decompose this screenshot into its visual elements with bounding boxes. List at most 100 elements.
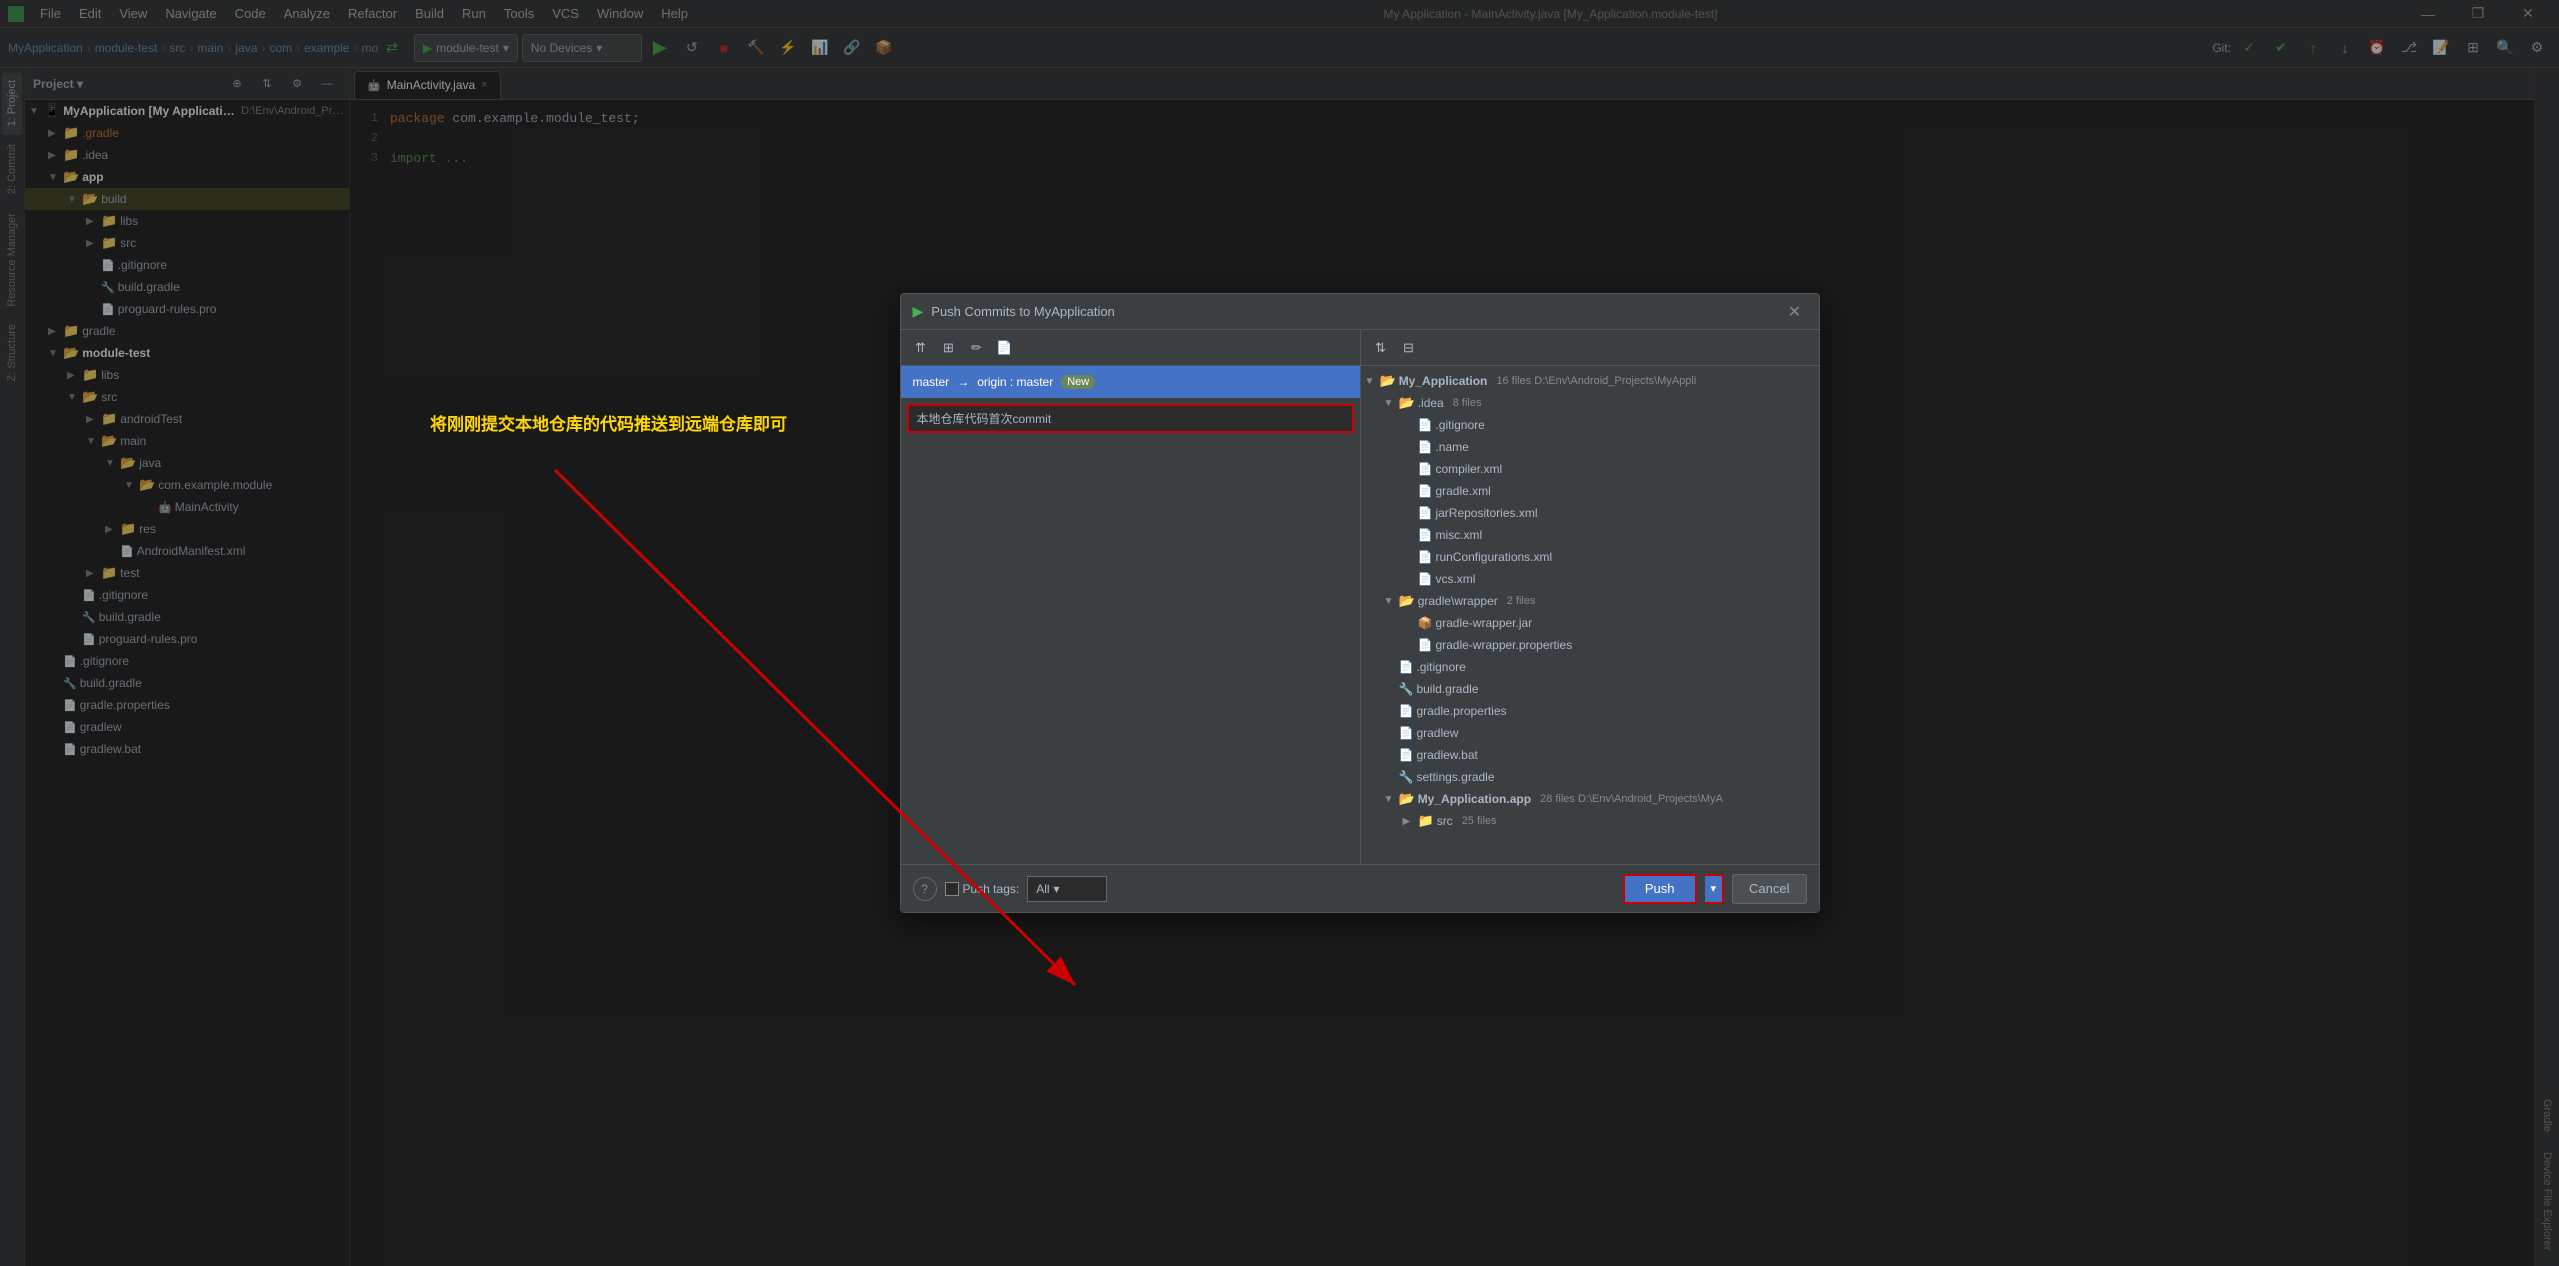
rtree-root-gitignore-icon: 📄 xyxy=(1399,660,1414,674)
rtree-myapp-app-label: My_Application.app xyxy=(1418,792,1531,806)
dialog-overlay: ▶ Push Commits to MyApplication ✕ ⇈ ⊞ ✏ … xyxy=(0,0,2559,1266)
rtree-root-gradleprop-label: gradle.properties xyxy=(1416,704,1506,718)
rtree-compiler-icon: 📄 xyxy=(1418,462,1433,476)
rtree-root-settings-label: settings.gradle xyxy=(1416,770,1494,784)
rtree-idea[interactable]: ▼ 📂 .idea 8 files xyxy=(1361,392,1819,414)
rtree-gitignore-idea-label: .gitignore xyxy=(1435,418,1484,432)
rtree-root-meta: 16 files D:\Env\Android_Projects\MyAppli xyxy=(1496,375,1696,387)
branch-to-label: origin : master xyxy=(977,375,1053,389)
push-tags-checkbox-wrapper: Push tags: xyxy=(945,882,1020,896)
branch-arrow: → xyxy=(957,375,969,389)
dialog-left-panel: ⇈ ⊞ ✏ 📄 master → origin : master New 本地仓… xyxy=(901,330,1361,864)
rtree-root-label: My_Application xyxy=(1399,374,1488,388)
rtree-gradlewrapper-label: gradle\wrapper xyxy=(1418,594,1498,608)
rtree-jarrepo-icon: 📄 xyxy=(1418,506,1433,520)
rtree-gradle-props-label: gradle-wrapper.properties xyxy=(1435,638,1572,652)
rtree-gradle-jar-icon: 📦 xyxy=(1418,616,1433,630)
rtree-idea-label: .idea xyxy=(1418,396,1444,410)
dialog-android-icon: ▶ xyxy=(913,303,924,320)
rtree-gitignore-idea[interactable]: ▶ 📄 .gitignore xyxy=(1361,414,1819,436)
rtree-root-settings-icon: 🔧 xyxy=(1399,770,1414,784)
rtree-root-buildgradle-label: build.gradle xyxy=(1416,682,1478,696)
rtree-compiler[interactable]: ▶ 📄 compiler.xml xyxy=(1361,458,1819,480)
help-button[interactable]: ? xyxy=(913,877,937,901)
rtree-root[interactable]: ▼ 📂 My_Application 16 files D:\Env\Andro… xyxy=(1361,370,1819,392)
dialog-footer: ? Push tags: All ▾ Push ▾ Cancel xyxy=(901,864,1819,912)
rtree-gradle-xml[interactable]: ▶ 📄 gradle.xml xyxy=(1361,480,1819,502)
branch-row[interactable]: master → origin : master New xyxy=(901,366,1360,398)
rtree-root-gradleprop[interactable]: ▶ 📄 gradle.properties xyxy=(1361,700,1819,722)
commit-item[interactable]: 本地仓库代码首次commit xyxy=(907,404,1354,433)
rtree-gradlewrapper[interactable]: ▼ 📂 gradle\wrapper 2 files xyxy=(1361,590,1819,612)
dlg-right-sort-icon[interactable]: ⇅ xyxy=(1369,336,1393,360)
rtree-vcs[interactable]: ▶ 📄 vcs.xml xyxy=(1361,568,1819,590)
rtree-runconfig-label: runConfigurations.xml xyxy=(1435,550,1552,564)
rtree-jarrepo[interactable]: ▶ 📄 jarRepositories.xml xyxy=(1361,502,1819,524)
rtree-gradle-props[interactable]: ▶ 📄 gradle-wrapper.properties xyxy=(1361,634,1819,656)
dialog-right-panel: ⇅ ⊟ ▼ 📂 My_Application 16 files D:\Env\A… xyxy=(1361,330,1819,864)
rtree-root-buildgradle[interactable]: ▶ 🔧 build.gradle xyxy=(1361,678,1819,700)
rtree-runconfig[interactable]: ▶ 📄 runConfigurations.xml xyxy=(1361,546,1819,568)
rtree-gradle-jar-label: gradle-wrapper.jar xyxy=(1435,616,1532,630)
rtree-root-gradlewbat[interactable]: ▶ 📄 gradlew.bat xyxy=(1361,744,1819,766)
rtree-idea-icon: 📂 xyxy=(1399,395,1415,411)
rtree-root-gradlewbat-label: gradlew.bat xyxy=(1416,748,1477,762)
dlg-push-icon[interactable]: ⇈ xyxy=(909,336,933,360)
rtree-compiler-label: compiler.xml xyxy=(1435,462,1502,476)
rtree-gradle-xml-label: gradle.xml xyxy=(1435,484,1490,498)
rtree-app-src[interactable]: ▶ 📁 src 25 files xyxy=(1361,810,1819,832)
right-tree: ▼ 📂 My_Application 16 files D:\Env\Andro… xyxy=(1361,366,1819,864)
tag-select[interactable]: All ▾ xyxy=(1027,876,1107,902)
rtree-misc-icon: 📄 xyxy=(1418,528,1433,542)
rtree-myapp-app-meta: 28 files D:\Env\Android_Projects\MyA xyxy=(1540,793,1723,805)
rtree-root-gradlew[interactable]: ▶ 📄 gradlew xyxy=(1361,722,1819,744)
rtree-app-src-meta: 25 files xyxy=(1462,815,1497,827)
rtree-app-src-icon: 📁 xyxy=(1418,813,1434,829)
rtree-root-settings[interactable]: ▶ 🔧 settings.gradle xyxy=(1361,766,1819,788)
rtree-gradle-props-icon: 📄 xyxy=(1418,638,1433,652)
rtree-vcs-label: vcs.xml xyxy=(1435,572,1475,586)
push-tags-label: Push tags: xyxy=(963,882,1020,896)
rtree-gradlewrapper-meta: 2 files xyxy=(1507,595,1536,607)
dialog-left-toolbar: ⇈ ⊞ ✏ 📄 xyxy=(901,330,1360,366)
dlg-edit-icon[interactable]: ✏ xyxy=(965,336,989,360)
branch-new-badge: New xyxy=(1061,375,1095,389)
commit-list: 本地仓库代码首次commit xyxy=(901,398,1360,864)
tag-selected-label: All xyxy=(1036,882,1049,896)
push-dialog: ▶ Push Commits to MyApplication ✕ ⇈ ⊞ ✏ … xyxy=(900,293,1820,913)
push-button[interactable]: Push xyxy=(1623,874,1697,904)
branch-from-label: master xyxy=(913,375,950,389)
rtree-gradle-xml-icon: 📄 xyxy=(1418,484,1433,498)
rtree-idea-meta: 8 files xyxy=(1453,397,1482,409)
rtree-name[interactable]: ▶ 📄 .name xyxy=(1361,436,1819,458)
rtree-root-gradlew-icon: 📄 xyxy=(1399,726,1414,740)
rtree-gradle-jar[interactable]: ▶ 📦 gradle-wrapper.jar xyxy=(1361,612,1819,634)
dialog-close-button[interactable]: ✕ xyxy=(1783,300,1807,324)
rtree-vcs-icon: 📄 xyxy=(1418,572,1433,586)
rtree-root-buildgradle-icon: 🔧 xyxy=(1399,682,1414,696)
cancel-button[interactable]: Cancel xyxy=(1732,874,1806,904)
tag-dropdown-icon: ▾ xyxy=(1054,882,1060,896)
dialog-title-label: Push Commits to MyApplication xyxy=(931,304,1115,319)
dlg-fetch-icon[interactable]: ⊞ xyxy=(937,336,961,360)
rtree-runconfig-icon: 📄 xyxy=(1418,550,1433,564)
rtree-jarrepo-label: jarRepositories.xml xyxy=(1435,506,1537,520)
root-folder-icon: 📂 xyxy=(1380,373,1396,389)
rtree-misc-label: misc.xml xyxy=(1435,528,1482,542)
rtree-myapp-app-icon: 📂 xyxy=(1399,791,1415,807)
dialog-header: ▶ Push Commits to MyApplication ✕ xyxy=(901,294,1819,330)
dlg-right-collapse-icon[interactable]: ⊟ xyxy=(1397,336,1421,360)
dialog-body: ⇈ ⊞ ✏ 📄 master → origin : master New 本地仓… xyxy=(901,330,1819,864)
rtree-gradlewrapper-icon: 📂 xyxy=(1399,593,1415,609)
rtree-root-gitignore[interactable]: ▶ 📄 .gitignore xyxy=(1361,656,1819,678)
dialog-title: ▶ Push Commits to MyApplication xyxy=(913,303,1115,320)
rtree-misc[interactable]: ▶ 📄 misc.xml xyxy=(1361,524,1819,546)
rtree-gitignore-idea-icon: 📄 xyxy=(1418,418,1433,432)
push-tags-checkbox[interactable] xyxy=(945,882,959,896)
rtree-root-gradleprop-icon: 📄 xyxy=(1399,704,1414,718)
dlg-file-icon[interactable]: 📄 xyxy=(993,336,1017,360)
rtree-name-icon: 📄 xyxy=(1418,440,1433,454)
rtree-root-gitignore-label: .gitignore xyxy=(1416,660,1465,674)
push-dropdown-button[interactable]: ▾ xyxy=(1705,874,1725,904)
rtree-myapp-app[interactable]: ▼ 📂 My_Application.app 28 files D:\Env\A… xyxy=(1361,788,1819,810)
